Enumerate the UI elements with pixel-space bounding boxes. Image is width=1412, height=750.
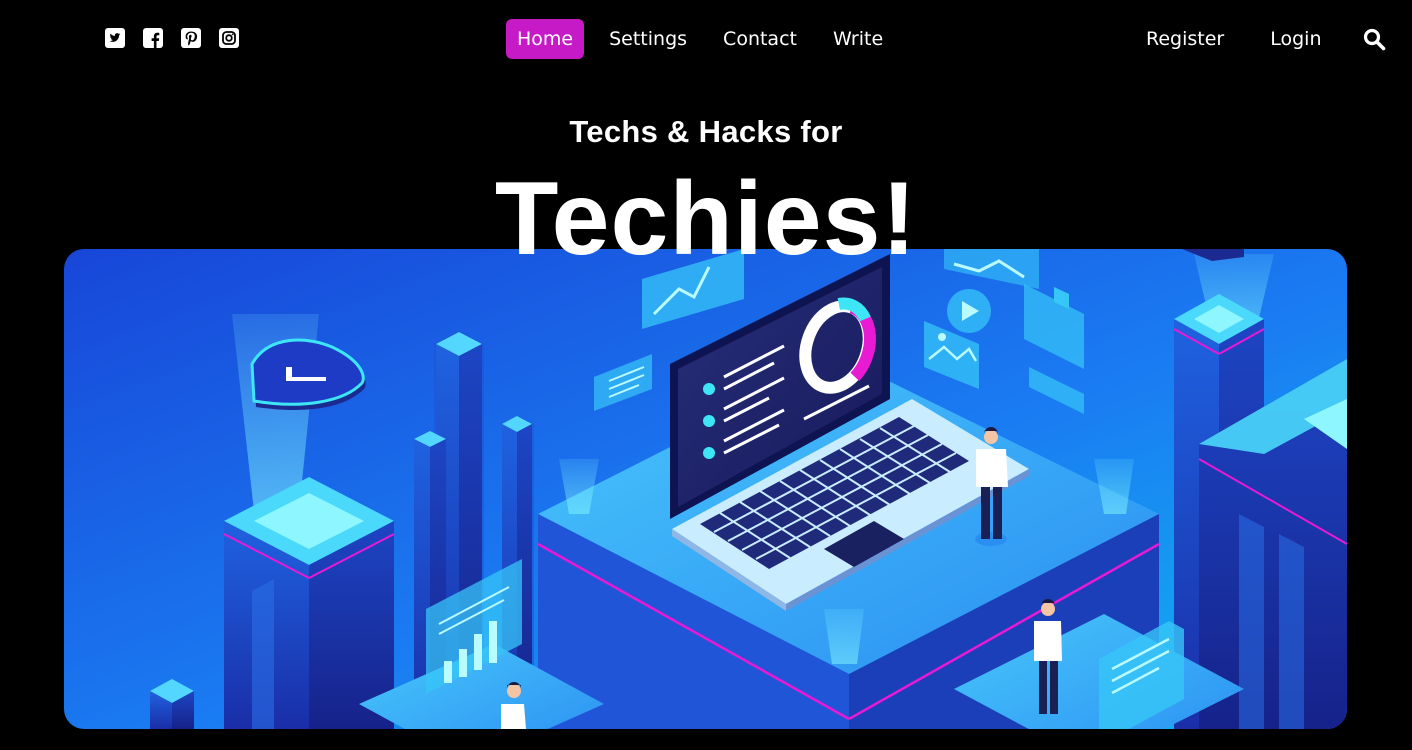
- search-icon[interactable]: [1362, 27, 1386, 51]
- nav-item-contact[interactable]: Contact: [712, 19, 808, 59]
- login-link[interactable]: Login: [1260, 19, 1331, 59]
- facebook-icon[interactable]: [142, 27, 164, 49]
- nav-item-write[interactable]: Write: [822, 19, 894, 59]
- top-navigation-bar: Home Settings Contact Write Register Log…: [0, 0, 1412, 78]
- main-nav: Home Settings Contact Write: [506, 19, 894, 59]
- social-links: [104, 27, 240, 49]
- hero-subtitle: Techs & Hacks for: [569, 114, 843, 149]
- instagram-icon[interactable]: [218, 27, 240, 49]
- nav-item-settings[interactable]: Settings: [598, 19, 698, 59]
- register-link[interactable]: Register: [1136, 19, 1234, 59]
- hero-title: Techies!: [494, 161, 918, 277]
- nav-item-home[interactable]: Home: [506, 19, 585, 59]
- twitter-icon[interactable]: [104, 27, 126, 49]
- auth-links: Register Login: [1136, 19, 1332, 59]
- hero-illustration: [64, 249, 1347, 729]
- pinterest-icon[interactable]: [180, 27, 202, 49]
